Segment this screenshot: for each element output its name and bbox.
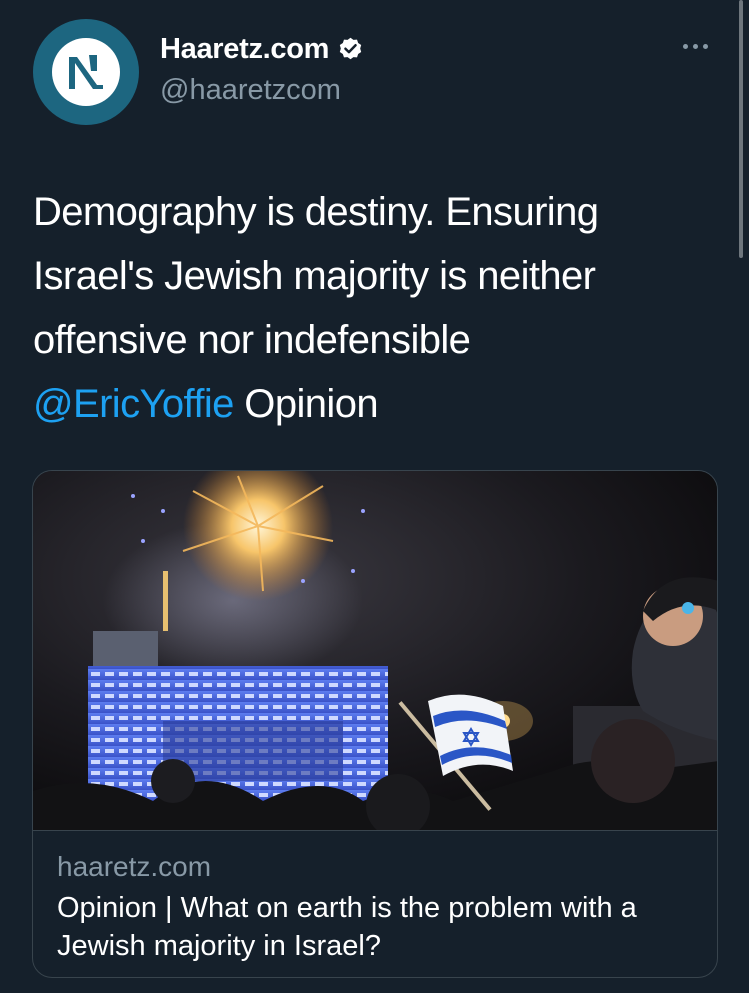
verified-badge-icon (339, 37, 362, 60)
mention-link[interactable]: @EricYoffie (33, 382, 234, 426)
card-image[interactable] (33, 471, 718, 830)
card-title[interactable]: Opinion | What on earth is the problem w… (57, 889, 697, 965)
avatar[interactable] (33, 19, 139, 125)
display-name-row[interactable]: Haaretz.com (160, 33, 364, 66)
haaretz-logo-icon (52, 38, 120, 106)
tweet-text: Demography is destiny. Ensuring Israel's… (33, 180, 713, 436)
link-card[interactable]: haaretz.com Opinion | What on earth is t… (32, 470, 718, 978)
display-name[interactable]: Haaretz.com (160, 33, 329, 66)
more-options-icon[interactable] (683, 36, 715, 56)
card-info[interactable]: haaretz.com Opinion | What on earth is t… (33, 830, 717, 977)
handle[interactable]: @haaretzcom (160, 74, 341, 107)
card-domain: haaretz.com (57, 851, 212, 882)
scrollbar[interactable] (739, 0, 743, 258)
tweet-body: Demography is destiny. Ensuring Israel's… (33, 190, 599, 362)
tweet-suffix: Opinion (233, 382, 378, 426)
